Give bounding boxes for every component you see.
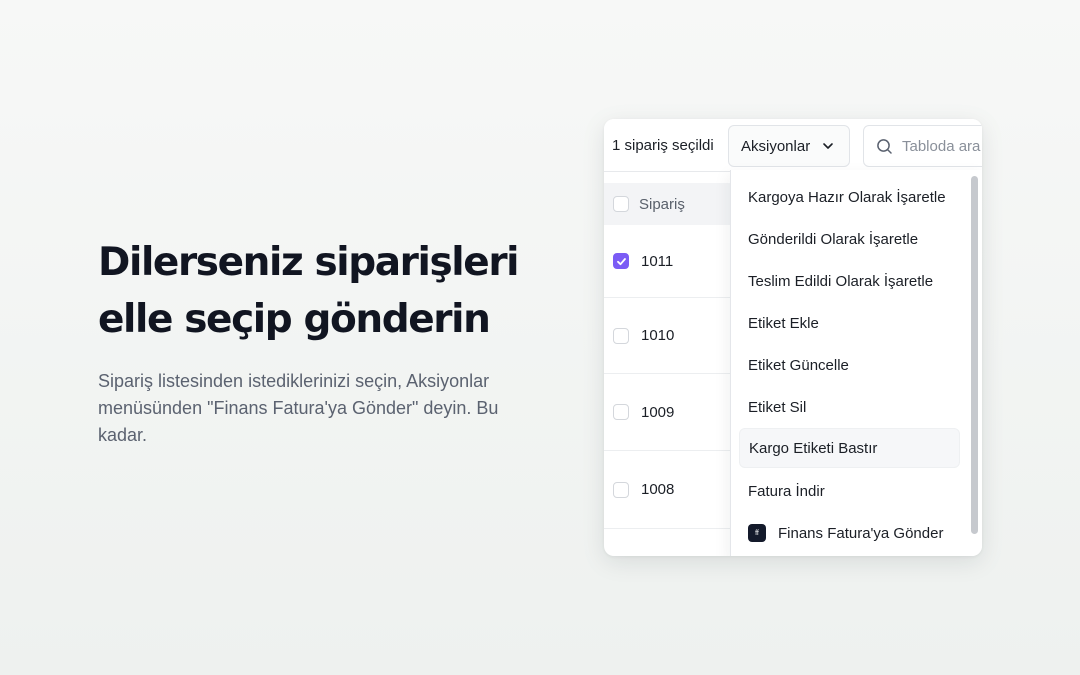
menu-item-label: Gönderildi Olarak İşaretle bbox=[748, 230, 919, 248]
table-header: Sipariş bbox=[604, 183, 734, 225]
row-checkbox[interactable] bbox=[613, 481, 629, 498]
menu-item-label: Kargoya Hazır Olarak İşaretle bbox=[748, 188, 946, 206]
order-number: 1011 bbox=[641, 252, 674, 270]
menu-item-print-shipping-label[interactable]: Kargo Etiketi Bastır bbox=[739, 428, 960, 468]
orders-table: Sipariş 1011 1010 1009 1008 bbox=[604, 172, 734, 556]
menu-item-send-to-finans-fatura[interactable]: ff Finans Fatura'ya Gönder bbox=[739, 513, 960, 553]
menu-item-add-tag[interactable]: Etiket Ekle bbox=[739, 303, 960, 343]
hero-title-line2: elle seçip gönderin bbox=[98, 297, 491, 342]
actions-dropdown-button[interactable]: Aksiyonlar bbox=[728, 125, 850, 167]
column-header-order: Sipariş bbox=[639, 195, 685, 213]
menu-item-label: Etiket Ekle bbox=[748, 314, 819, 332]
menu-item-delete-tag[interactable]: Etiket Sil bbox=[739, 387, 960, 427]
menu-item-label: Etiket Sil bbox=[748, 398, 807, 416]
selection-count: 1 sipariş seçildi bbox=[612, 137, 714, 154]
search-icon bbox=[877, 139, 892, 154]
menu-item-label: Etiket Güncelle bbox=[748, 356, 849, 374]
search-input[interactable] bbox=[902, 137, 982, 155]
actions-label: Aksiyonlar bbox=[741, 137, 811, 155]
table-row[interactable]: 1009 bbox=[604, 374, 734, 451]
order-number: 1010 bbox=[641, 327, 675, 344]
menu-item-update-tag[interactable]: Etiket Güncelle bbox=[739, 345, 960, 385]
menu-item-label: Kargo Etiketi Bastır bbox=[749, 439, 878, 457]
table-toolbar: 1 sipariş seçildi Aksiyonlar bbox=[604, 119, 982, 172]
table-search[interactable] bbox=[863, 125, 982, 167]
table-row[interactable]: 1010 bbox=[604, 298, 734, 374]
order-number: 1009 bbox=[641, 403, 675, 421]
menu-item-mark-ready-for-shipping[interactable]: Kargoya Hazır Olarak İşaretle bbox=[739, 177, 960, 217]
orders-panel: 1 sipariş seçildi Aksiyonlar Sipariş bbox=[604, 119, 982, 556]
table-row[interactable]: 1008 bbox=[604, 451, 734, 529]
hero-title: Dilerseniz siparişleri elle seçip gönder… bbox=[98, 234, 538, 348]
select-all-checkbox[interactable] bbox=[613, 196, 629, 212]
actions-menu: Kargoya Hazır Olarak İşaretle Gönderildi… bbox=[730, 170, 982, 556]
row-checkbox[interactable] bbox=[613, 327, 629, 344]
menu-item-label: Teslim Edildi Olarak İşaretle bbox=[748, 272, 934, 290]
menu-item-mark-shipped[interactable]: Gönderildi Olarak İşaretle bbox=[739, 219, 960, 259]
menu-item-mark-delivered[interactable]: Teslim Edildi Olarak İşaretle bbox=[739, 261, 960, 301]
chevron-down-icon bbox=[823, 143, 833, 149]
hero-description: Sipariş listesinden istediklerinizi seçi… bbox=[98, 371, 499, 445]
row-checkbox[interactable] bbox=[613, 404, 629, 420]
menu-item-download-invoice[interactable]: Fatura İndir bbox=[739, 471, 960, 511]
table-row[interactable]: 1011 bbox=[604, 225, 734, 298]
row-checkbox[interactable] bbox=[613, 253, 629, 269]
order-number: 1008 bbox=[641, 481, 675, 498]
finans-fatura-logo-icon: ff bbox=[748, 524, 766, 542]
checkmark-icon bbox=[616, 257, 626, 265]
hero-title-line1: Dilerseniz siparişleri bbox=[98, 240, 520, 285]
menu-scrollbar-thumb[interactable] bbox=[971, 176, 978, 534]
hero-section: Dilerseniz siparişleri elle seçip gönder… bbox=[98, 234, 538, 449]
menu-item-label: Finans Fatura'ya Gönder bbox=[778, 524, 944, 542]
menu-item-label: Fatura İndir bbox=[748, 482, 825, 500]
menu-scrollbar[interactable] bbox=[969, 176, 979, 534]
